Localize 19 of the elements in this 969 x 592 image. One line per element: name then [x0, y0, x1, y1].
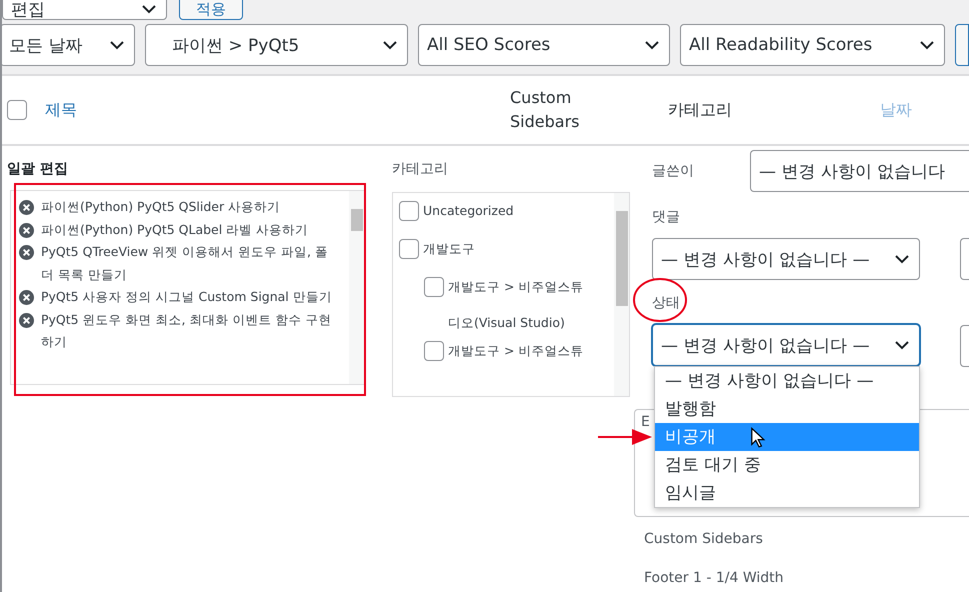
field-label: Custom Sidebars: [644, 531, 764, 547]
post-title: 파이썬(Python) PyQt5 QLabel 라벨 사용하기: [41, 220, 310, 239]
field-label: 댓글: [652, 208, 680, 226]
field-label: 글쓴이: [652, 162, 694, 180]
field-label: 카테고리: [392, 160, 449, 178]
post-title: PyQt5 윈도우 화면 최소, 최대화 이벤트 함수 구현하기: [41, 310, 332, 351]
category-label: 개발도구: [423, 240, 476, 258]
category-label: 개발도구 > 비주얼스튜디오(Visual Studio): [448, 278, 584, 332]
category-label: Uncategorized: [423, 202, 515, 220]
sidebar-option: Footer 1 - 1/4 Width: [644, 570, 969, 586]
field-label: 상태: [652, 294, 680, 312]
fieldset-label: E: [641, 414, 651, 430]
column-header: Custom Sidebars: [510, 87, 580, 133]
post-title: PyQt5 QTreeView 위젯 이용해서 윈도우 파일, 폴더 목록 만들기: [41, 243, 329, 284]
category-label: 개발도구 > 비주얼스튜: [448, 342, 584, 360]
column-header: 카테고리: [668, 100, 732, 120]
post-title: PyQt5 사용자 정의 시그널 Custom Signal 만들기: [41, 288, 333, 306]
section-title: 일괄 편집: [7, 160, 69, 178]
post-title: 파이썬(Python) PyQt5 QSlider 사용하기: [41, 198, 282, 216]
